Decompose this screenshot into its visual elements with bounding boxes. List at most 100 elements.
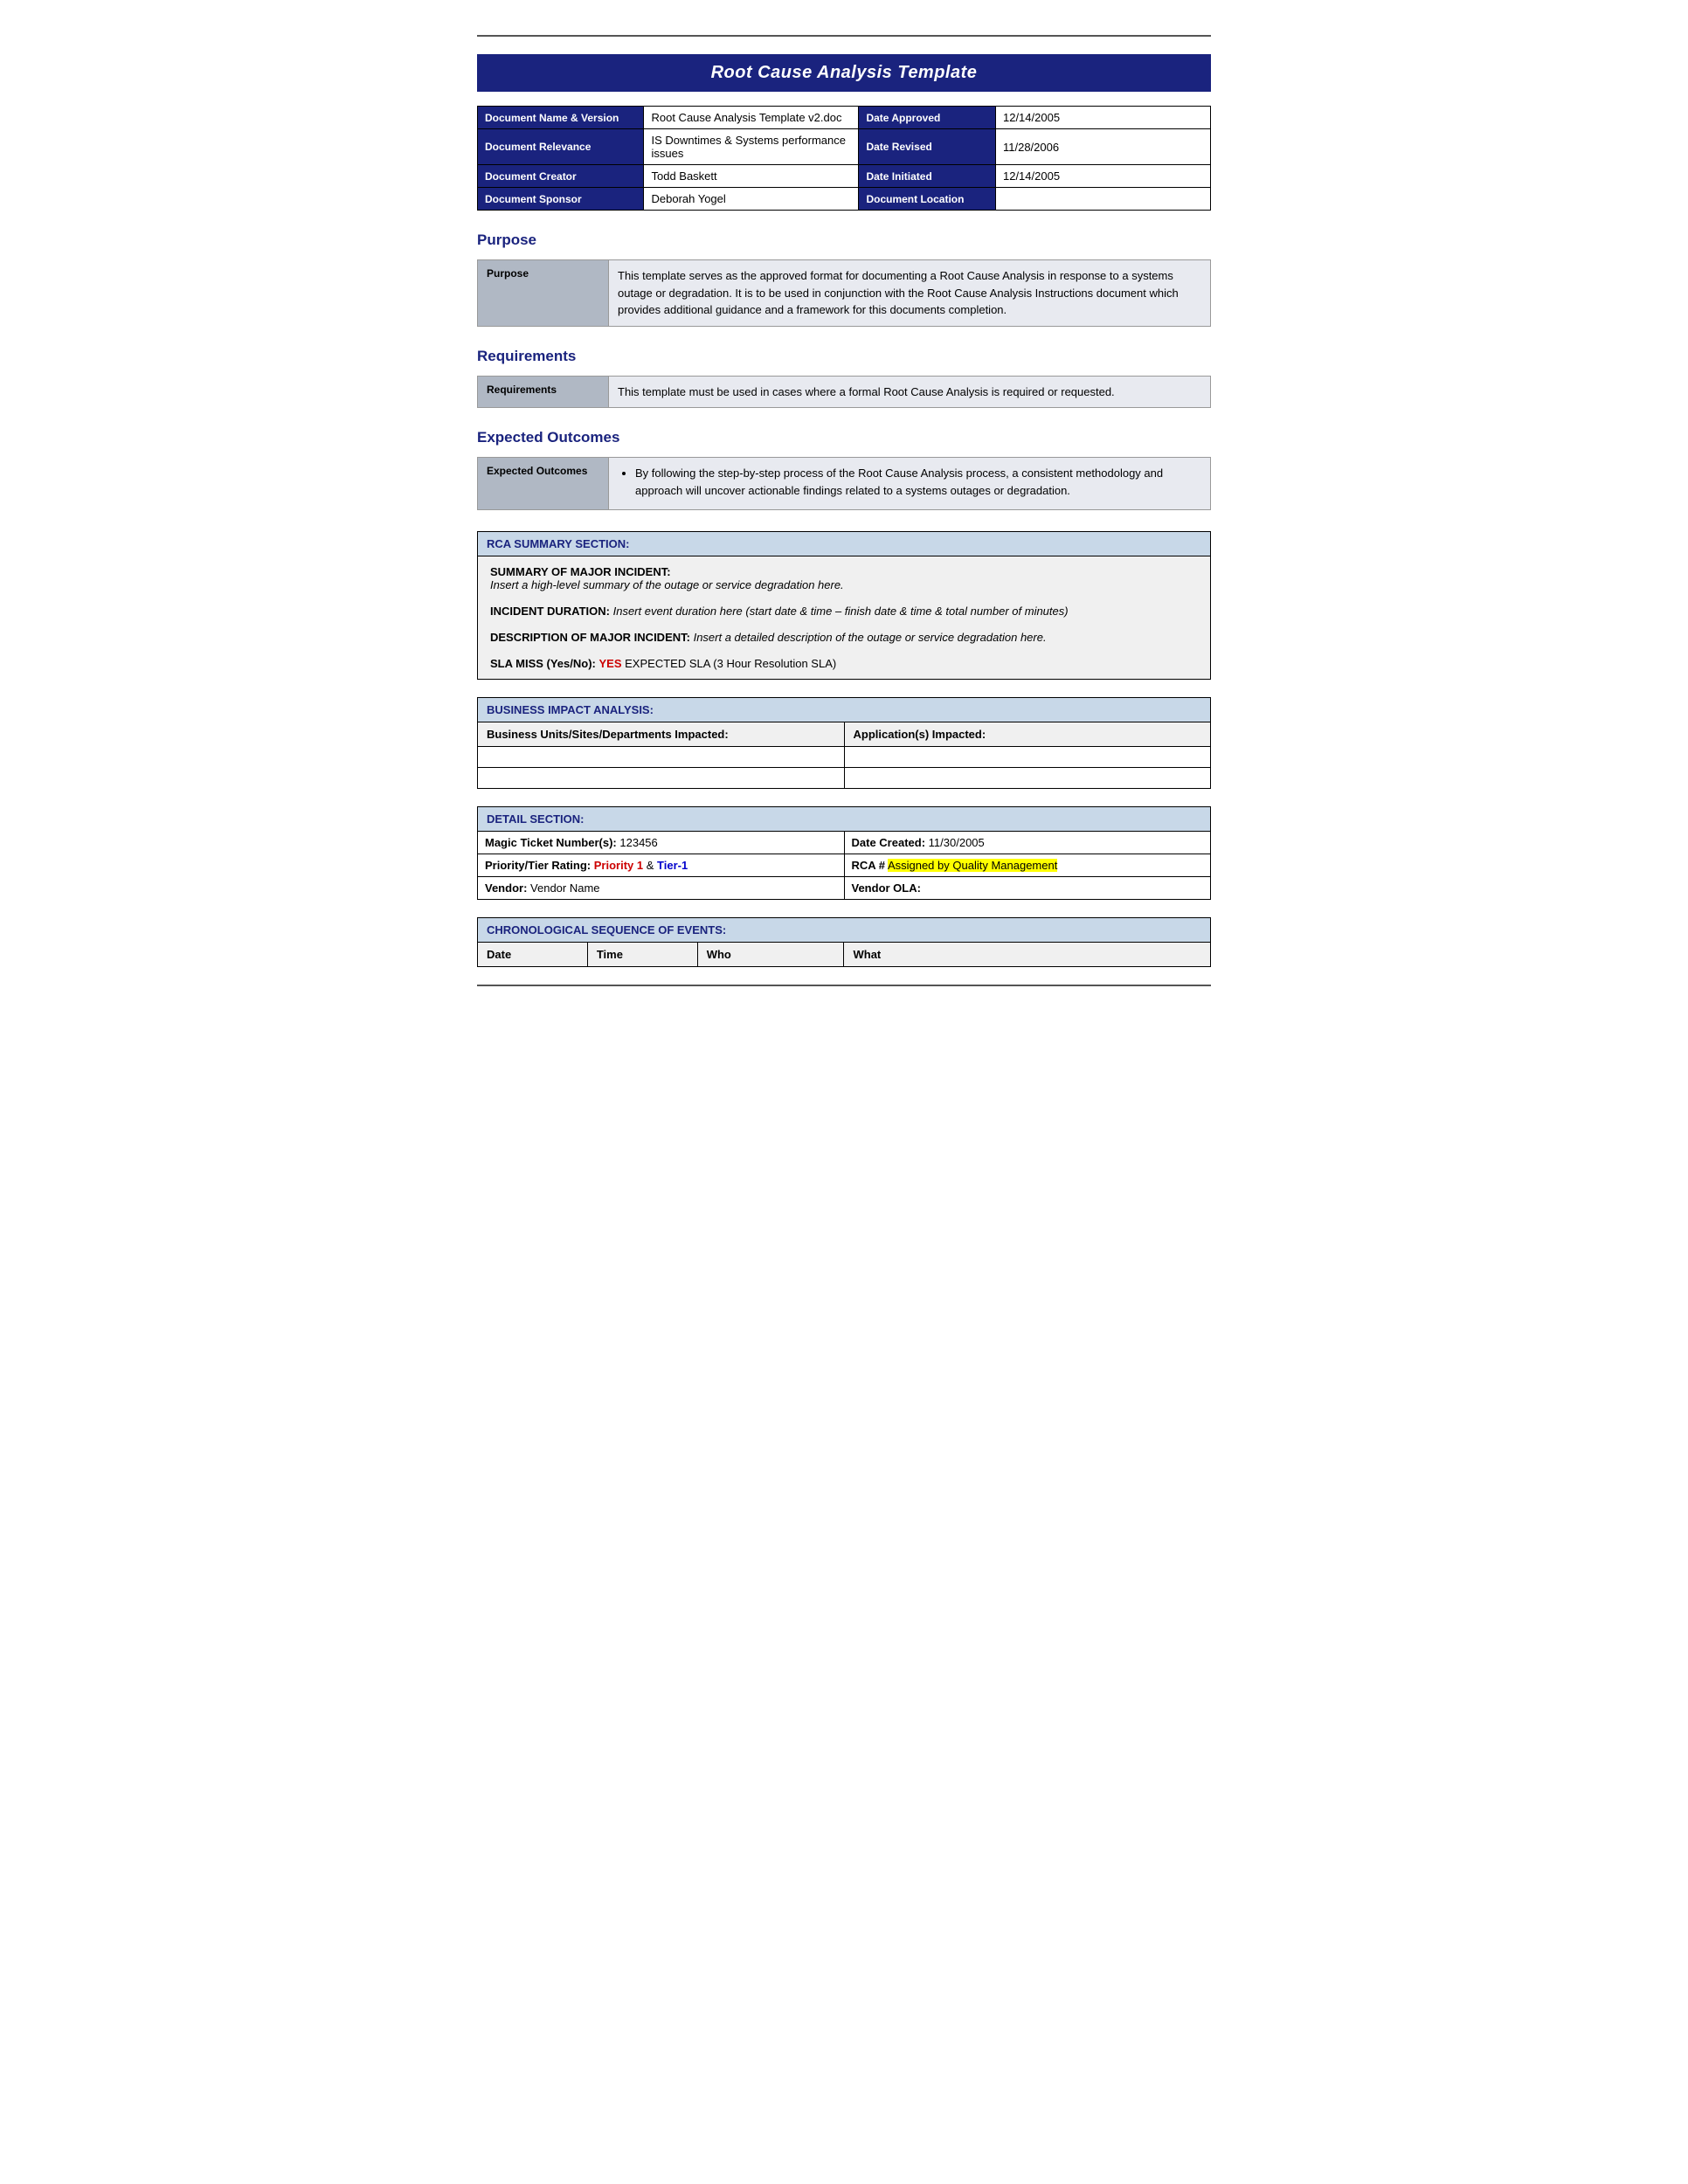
meta-label-doc-location: Document Location <box>859 188 996 211</box>
meta-value-doc-name: Root Cause Analysis Template v2.doc <box>644 107 859 129</box>
summary-of-major-incident-para: SUMMARY OF MAJOR INCIDENT: Insert a high… <box>490 565 1198 591</box>
expected-outcomes-table: Expected Outcomes By following the step-… <box>477 457 1211 510</box>
requirements-heading: Requirements <box>477 348 1211 365</box>
meta-table: Document Name & Version Root Cause Analy… <box>477 106 1211 211</box>
meta-label-doc-name: Document Name & Version <box>478 107 644 129</box>
detail-priority-cell: Priority/Tier Rating: Priority 1 & Tier-… <box>478 854 845 877</box>
expected-outcomes-bullet: By following the step-by-step process of… <box>635 465 1201 499</box>
title-bar: Root Cause Analysis Template <box>477 54 1211 92</box>
detail-row-1: Magic Ticket Number(s): 123456 Date Crea… <box>478 832 1211 854</box>
chronological-section: CHRONOLOGICAL SEQUENCE OF EVENTS: Date T… <box>477 917 1211 967</box>
business-impact-header: BUSINESS IMPACT ANALYSIS: <box>478 698 1211 722</box>
meta-row-2: Document Relevance IS Downtimes & System… <box>478 129 1211 165</box>
detail-rca-cell: RCA # Assigned by Quality Management <box>844 854 1211 877</box>
description-content: Insert a detailed description of the out… <box>694 631 1047 644</box>
priority-label: Priority/Tier Rating: <box>485 859 591 872</box>
rca-summary-section: RCA SUMMARY SECTION: SUMMARY OF MAJOR IN… <box>477 531 1211 680</box>
purpose-heading: Purpose <box>477 232 1211 249</box>
priority-value: Priority 1 <box>594 859 643 872</box>
detail-date-created-cell: Date Created: 11/30/2005 <box>844 832 1211 854</box>
date-created-label: Date Created: <box>852 836 926 849</box>
chron-col-headers: Date Time Who What <box>478 943 1211 967</box>
detail-vendor-cell: Vendor: Vendor Name <box>478 877 845 900</box>
meta-label-date-approved: Date Approved <box>859 107 996 129</box>
business-impact-section: BUSINESS IMPACT ANALYSIS: Business Units… <box>477 697 1211 789</box>
chron-col-date: Date <box>478 943 588 967</box>
description-label: DESCRIPTION OF MAJOR INCIDENT: <box>490 631 690 644</box>
meta-label-doc-sponsor: Document Sponsor <box>478 188 644 211</box>
vendor-value: Vendor Name <box>530 881 600 895</box>
chron-table-outer: CHRONOLOGICAL SEQUENCE OF EVENTS: Date T… <box>477 917 1211 967</box>
detail-magic-cell: Magic Ticket Number(s): 123456 <box>478 832 845 854</box>
requirements-label: Requirements <box>478 376 609 408</box>
biz-col1-header: Business Units/Sites/Departments Impacte… <box>478 722 845 747</box>
requirements-section: Requirements Requirements This template … <box>477 348 1211 409</box>
meta-value-doc-sponsor: Deborah Yogel <box>644 188 859 211</box>
bottom-rule <box>477 985 1211 986</box>
expected-outcomes-heading: Expected Outcomes <box>477 429 1211 446</box>
magic-value: 123456 <box>619 836 657 849</box>
chron-col-what: What <box>844 943 1211 967</box>
document-title: Root Cause Analysis Template <box>495 63 1193 83</box>
purpose-content: This template serves as the approved for… <box>609 260 1211 327</box>
summary-content: Insert a high-level summary of the outag… <box>490 578 844 591</box>
vendor-label: Vendor: <box>485 881 527 895</box>
business-impact-header-row: BUSINESS IMPACT ANALYSIS: <box>478 698 1211 722</box>
detail-row-2: Priority/Tier Rating: Priority 1 & Tier-… <box>478 854 1211 877</box>
rca-summary-body: SUMMARY OF MAJOR INCIDENT: Insert a high… <box>478 556 1211 680</box>
meta-row-4: Document Sponsor Deborah Yogel Document … <box>478 188 1211 211</box>
rca-summary-body-row: SUMMARY OF MAJOR INCIDENT: Insert a high… <box>478 556 1211 680</box>
biz-cell-2-1 <box>478 768 845 789</box>
sla-para: SLA MISS (Yes/No): YES EXPECTED SLA (3 H… <box>490 657 1198 670</box>
biz-cell-1-2 <box>844 747 1211 768</box>
detail-header: DETAIL SECTION: <box>478 807 1211 832</box>
detail-table-outer: DETAIL SECTION: Magic Ticket Number(s): … <box>477 806 1211 900</box>
rca-highlight-text: Assigned by Quality Management <box>888 859 1057 872</box>
requirements-row: Requirements This template must be used … <box>478 376 1211 408</box>
rca-summary-table: RCA SUMMARY SECTION: SUMMARY OF MAJOR IN… <box>477 531 1211 680</box>
sla-value: YES <box>599 657 622 670</box>
detail-header-row: DETAIL SECTION: <box>478 807 1211 832</box>
incident-content: Insert event duration here (start date &… <box>613 605 1069 618</box>
vendor-ola-label: Vendor OLA: <box>852 881 921 895</box>
meta-value-date-approved: 12/14/2005 <box>995 107 1210 129</box>
meta-row-3: Document Creator Todd Baskett Date Initi… <box>478 165 1211 188</box>
rca-label: RCA # <box>852 859 886 872</box>
priority-separator: & <box>647 859 657 872</box>
biz-col2-header: Application(s) Impacted: <box>844 722 1211 747</box>
expected-outcomes-row: Expected Outcomes By following the step-… <box>478 458 1211 510</box>
meta-label-doc-relevance: Document Relevance <box>478 129 644 165</box>
chron-col-time: Time <box>587 943 697 967</box>
purpose-section: Purpose Purpose This template serves as … <box>477 232 1211 327</box>
chron-header: CHRONOLOGICAL SEQUENCE OF EVENTS: <box>478 918 1211 943</box>
requirements-table: Requirements This template must be used … <box>477 376 1211 409</box>
top-rule <box>477 35 1211 37</box>
sla-label: SLA MISS (Yes/No): <box>490 657 596 670</box>
magic-label: Magic Ticket Number(s): <box>485 836 617 849</box>
detail-vendor-ola-cell: Vendor OLA: <box>844 877 1211 900</box>
rca-summary-header: RCA SUMMARY SECTION: <box>478 532 1211 556</box>
incident-label: INCIDENT DURATION: <box>490 605 610 618</box>
expected-outcomes-label: Expected Outcomes <box>478 458 609 510</box>
purpose-table: Purpose This template serves as the appr… <box>477 259 1211 327</box>
date-created-value: 11/30/2005 <box>929 836 985 849</box>
chron-col-who: Who <box>697 943 844 967</box>
biz-cell-1-1 <box>478 747 845 768</box>
meta-label-date-revised: Date Revised <box>859 129 996 165</box>
requirements-content: This template must be used in cases wher… <box>609 376 1211 408</box>
biz-cell-2-2 <box>844 768 1211 789</box>
summary-label: SUMMARY OF MAJOR INCIDENT: <box>490 565 671 578</box>
incident-duration-para: INCIDENT DURATION: Insert event duration… <box>490 605 1198 618</box>
detail-row-3: Vendor: Vendor Name Vendor OLA: <box>478 877 1211 900</box>
meta-value-doc-location <box>995 188 1210 211</box>
detail-section: DETAIL SECTION: Magic Ticket Number(s): … <box>477 806 1211 900</box>
meta-label-date-initiated: Date Initiated <box>859 165 996 188</box>
expected-outcomes-content: By following the step-by-step process of… <box>609 458 1211 510</box>
business-impact-col-headers: Business Units/Sites/Departments Impacte… <box>478 722 1211 747</box>
expected-outcomes-list: By following the step-by-step process of… <box>618 465 1201 499</box>
tier-value: Tier-1 <box>657 859 688 872</box>
purpose-row: Purpose This template serves as the appr… <box>478 260 1211 327</box>
meta-value-date-initiated: 12/14/2005 <box>995 165 1210 188</box>
purpose-label: Purpose <box>478 260 609 327</box>
rca-summary-header-row: RCA SUMMARY SECTION: <box>478 532 1211 556</box>
